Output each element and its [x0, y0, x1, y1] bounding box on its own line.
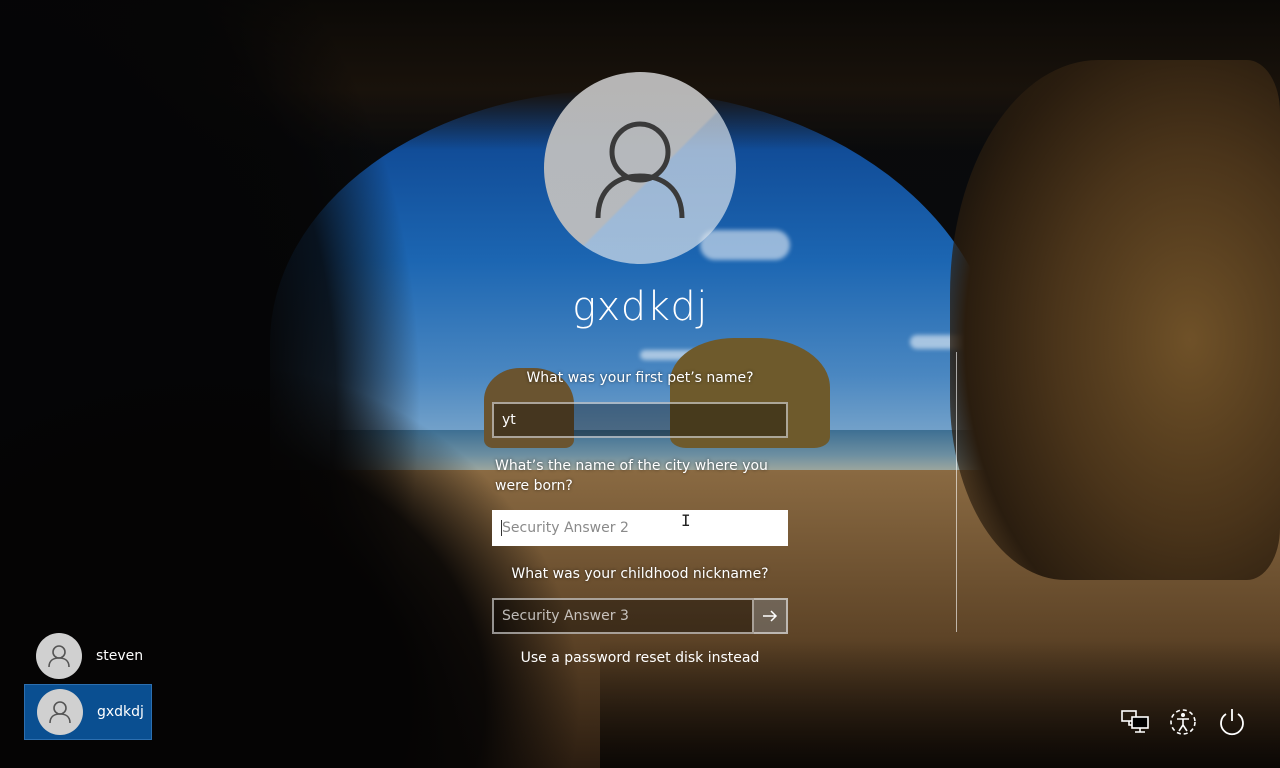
- submit-button[interactable]: [754, 598, 788, 634]
- user-silhouette-icon: [595, 121, 685, 219]
- ease-of-access-icon: [1170, 709, 1196, 735]
- user-silhouette-icon: [48, 645, 70, 668]
- user-list-item-steven[interactable]: steven: [24, 628, 152, 684]
- user-list-name: steven: [96, 648, 144, 664]
- divider-line: [956, 352, 957, 632]
- cave-wall-right: [950, 60, 1280, 580]
- network-button[interactable]: [1118, 704, 1154, 740]
- security-answer-2-input[interactable]: [494, 512, 786, 544]
- arrow-right-icon: [763, 610, 778, 622]
- ease-of-access-button[interactable]: [1165, 704, 1201, 740]
- security-answer-1-field[interactable]: [492, 402, 788, 438]
- security-answer-3-input[interactable]: [494, 600, 752, 632]
- ibeam-cursor-icon: I: [681, 511, 691, 530]
- account-username: gxdkdj: [572, 284, 708, 330]
- power-button[interactable]: [1214, 704, 1250, 740]
- security-answer-1-input[interactable]: [494, 404, 786, 436]
- security-answer-2-field[interactable]: [492, 510, 788, 546]
- security-question-1: What was your first pet’s name?: [526, 370, 754, 386]
- avatar: [37, 689, 83, 735]
- text-caret: [501, 520, 502, 536]
- security-answer-3-field[interactable]: [492, 598, 754, 634]
- user-avatar-large: [544, 72, 736, 264]
- security-question-3: What was your childhood nickname?: [511, 566, 769, 582]
- user-list-name: gxdkdj: [97, 704, 144, 720]
- power-icon: [1220, 709, 1244, 736]
- user-list-item-gxdkdj[interactable]: gxdkdj: [24, 684, 152, 740]
- security-question-2: What’s the name of the city where you we…: [495, 458, 768, 494]
- avatar: [36, 633, 82, 679]
- network-icon: [1121, 710, 1149, 733]
- cloud: [700, 230, 790, 260]
- user-silhouette-icon: [49, 701, 71, 724]
- password-reset-disk-link[interactable]: Use a password reset disk instead: [440, 650, 840, 666]
